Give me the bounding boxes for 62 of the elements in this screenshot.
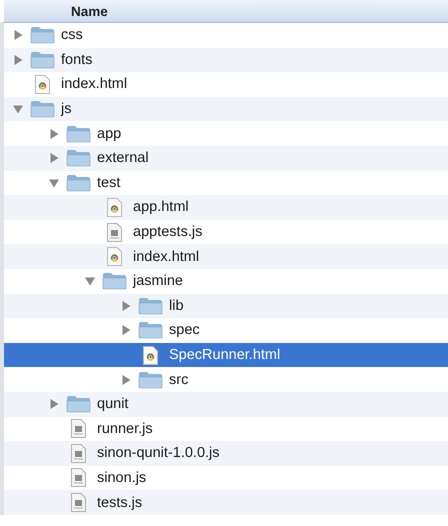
folder-icon	[66, 395, 90, 414]
file-name: app	[97, 126, 122, 142]
document-icon	[106, 222, 122, 242]
document-icon	[70, 419, 86, 438]
disclosure-triangle-icon[interactable]	[121, 300, 131, 311]
document-icon	[70, 493, 86, 512]
disclosure-triangle-icon[interactable]	[121, 325, 131, 336]
disclosure-triangle-icon[interactable]	[49, 128, 59, 139]
tree-row[interactable]: index.html	[0, 244, 448, 269]
disclosure-triangle-icon[interactable]	[13, 54, 23, 65]
folder-icon	[138, 321, 162, 340]
file-name: index.html	[61, 76, 128, 92]
folder-icon	[102, 272, 126, 290]
file-name: sinon.js	[97, 470, 146, 486]
disclosure-triangle-icon[interactable]	[13, 30, 23, 40]
folder-icon	[138, 370, 162, 389]
folder-icon	[30, 100, 54, 118]
tree-row[interactable]: lib	[0, 294, 448, 318]
tree-row[interactable]: tests.js	[0, 490, 448, 515]
file-name: js	[61, 101, 72, 118]
file-name: css	[61, 27, 83, 44]
file-name: app.html	[133, 199, 189, 216]
document-icon	[142, 346, 158, 365]
tree-row[interactable]: js	[0, 96, 448, 122]
file-name: index.html	[133, 248, 200, 265]
disclosure-triangle-icon[interactable]	[49, 153, 59, 164]
column-header[interactable]: Name	[71, 4, 108, 18]
file-name: spec	[169, 322, 200, 338]
file-name: lib	[169, 298, 184, 314]
disclosure-triangle-icon[interactable]	[49, 399, 59, 410]
folder-icon	[66, 124, 90, 143]
folder-icon	[66, 174, 90, 192]
tree-row[interactable]: qunit	[0, 392, 448, 416]
tree-row[interactable]: external	[0, 146, 448, 171]
file-name: jasmine	[133, 273, 183, 290]
file-name: qunit	[97, 396, 128, 412]
file-name: test	[97, 174, 120, 191]
document-icon	[34, 74, 50, 94]
selected-tree-row[interactable]: SpecRunner.html	[0, 342, 448, 368]
file-name: SpecRunner.html	[169, 347, 280, 364]
document-icon	[106, 198, 122, 217]
tree-row[interactable]: app.html	[0, 195, 448, 220]
file-name: fonts	[61, 52, 92, 68]
tree-row[interactable]: fonts	[0, 48, 448, 72]
disclosure-triangle-icon[interactable]	[121, 374, 131, 385]
file-name: apptests.js	[133, 224, 202, 240]
file-name: tests.js	[97, 494, 142, 511]
folder-icon	[30, 26, 54, 44]
document-icon	[106, 247, 122, 266]
file-name: sinon-qunit-1.0.0.js	[97, 445, 220, 462]
disclosure-triangle-icon[interactable]	[13, 104, 23, 114]
file-name: runner.js	[97, 420, 153, 437]
folder-icon	[30, 50, 54, 69]
document-icon	[70, 468, 86, 488]
tree-row[interactable]: sinon-qunit-1.0.0.js	[0, 441, 448, 466]
file-name: external	[97, 150, 149, 166]
disclosure-triangle-icon[interactable]	[49, 178, 59, 188]
document-icon	[70, 444, 86, 463]
file-name: src	[169, 372, 188, 388]
disclosure-triangle-icon[interactable]	[85, 276, 95, 286]
folder-icon	[138, 296, 162, 315]
folder-icon	[66, 149, 90, 168]
